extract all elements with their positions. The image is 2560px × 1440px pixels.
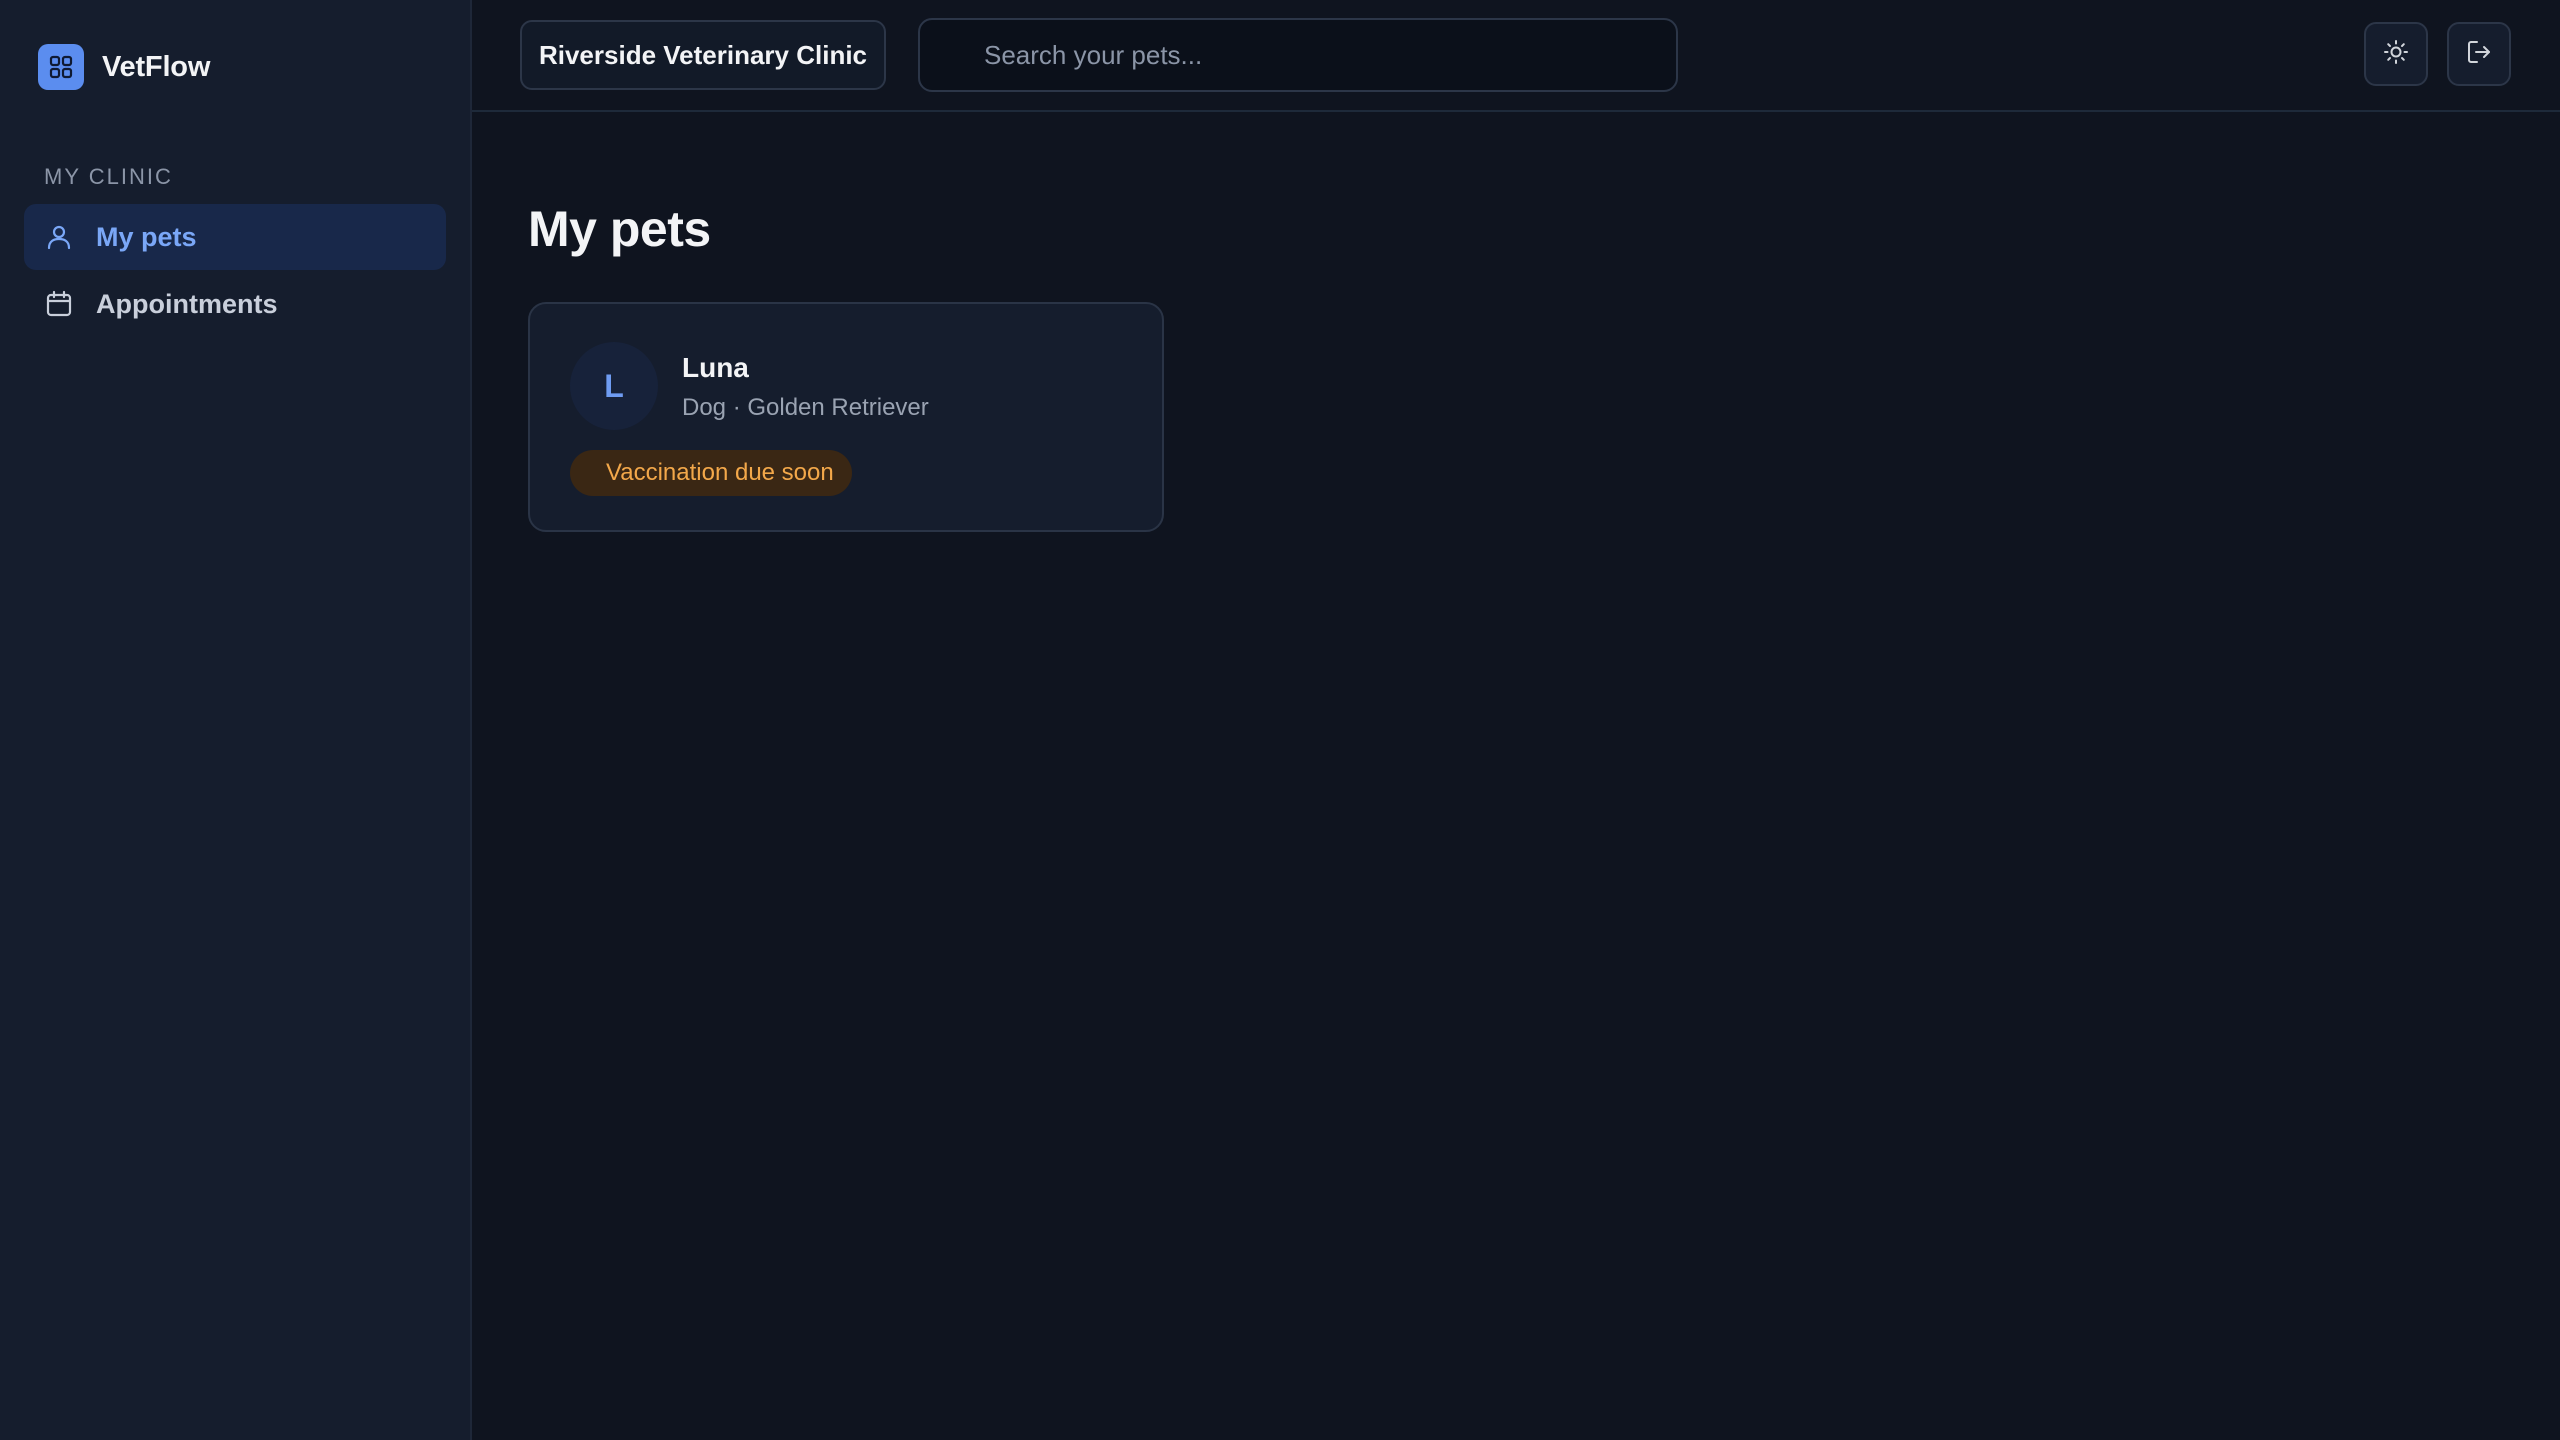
sidebar-section-label: MY CLINIC [44,164,173,189]
search-box[interactable] [918,18,1678,92]
sidebar-item-label: Appointments [96,288,278,319]
sidebar-item-my-pets[interactable]: My pets [24,204,446,270]
topbar: Riverside Veterinary Clinic [472,0,2560,112]
logout-icon [2466,39,2492,70]
app-root: VetFlow MY CLINIC My pets Appointments R… [0,0,2560,1440]
grid-icon [38,44,84,90]
search-input[interactable] [984,39,1676,71]
theme-toggle-button[interactable] [2364,22,2428,86]
brand-name: VetFlow [102,50,211,83]
sidebar-item-label: My pets [96,221,197,252]
clinic-selector-button[interactable]: Riverside Veterinary Clinic [520,20,886,90]
brand[interactable]: VetFlow [38,44,210,90]
main-content: Riverside Veterinary Clinic Search your … [472,0,2560,1440]
pet-card[interactable]: L Luna Dog · Golden Retriever Vaccinatio… [528,302,1164,532]
user-icon [44,222,74,252]
pet-name: Luna [682,352,749,383]
page-title: My pets [528,201,711,257]
sidebar-item-appointments[interactable]: Appointments [24,271,446,337]
status-badge: Vaccination due soon [570,450,852,496]
logout-button[interactable] [2447,22,2511,86]
pet-meta: Dog · Golden Retriever [682,394,929,421]
avatar: L [570,342,658,430]
sun-icon [2383,39,2409,70]
sidebar: VetFlow MY CLINIC My pets Appointments [0,0,472,1440]
calendar-icon [44,289,74,319]
